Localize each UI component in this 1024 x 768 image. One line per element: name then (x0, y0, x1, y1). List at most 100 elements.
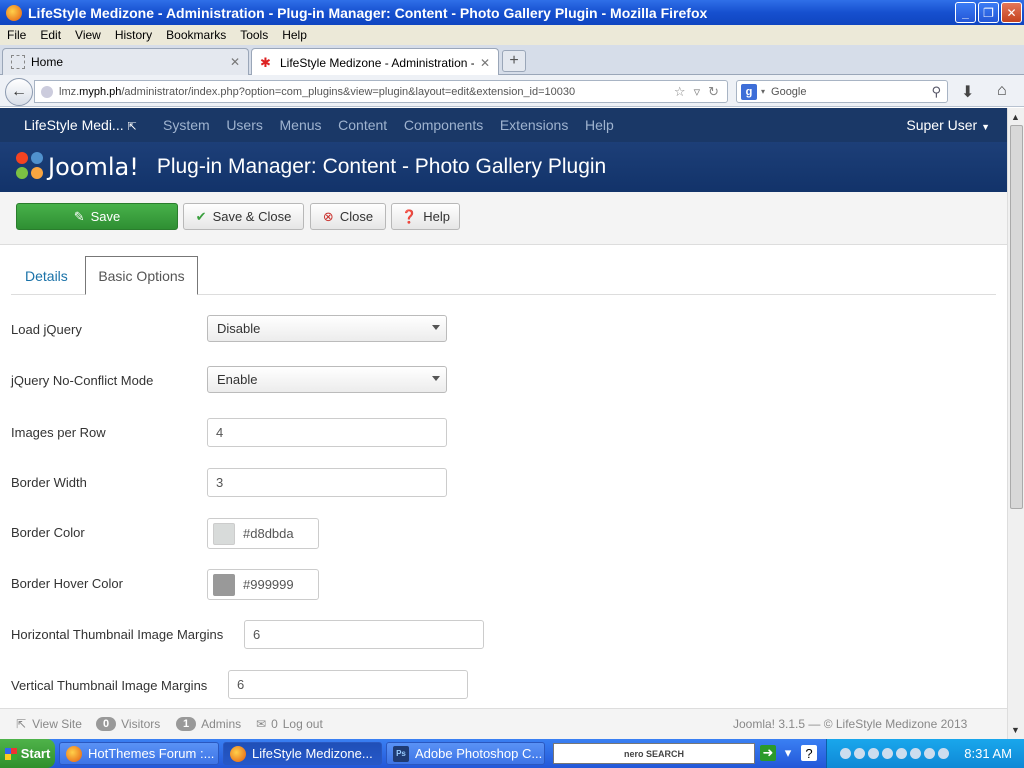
share-icon: ⇱ (16, 717, 27, 731)
menu-view[interactable]: View (68, 28, 108, 42)
page-title: Plug-in Manager: Content - Photo Gallery… (156, 155, 607, 178)
tray-icon[interactable] (924, 748, 936, 759)
menu-users[interactable]: Users (226, 117, 263, 133)
edit-icon: ✎ (73, 208, 85, 224)
go-arrow-icon[interactable]: ➜ (760, 745, 776, 761)
google-icon[interactable]: g (741, 83, 757, 100)
tray-icon[interactable] (910, 748, 922, 759)
tab-details[interactable]: Details (13, 256, 80, 295)
scroll-thumb[interactable] (1010, 125, 1023, 509)
browser-tab-admin[interactable]: ✱ LifeStyle Medizone - Administration - … (251, 48, 499, 76)
tray-icon[interactable] (854, 748, 866, 759)
new-tab-button[interactable]: + (502, 50, 526, 72)
load-jquery-label: Load jQuery (11, 322, 82, 337)
site-identity-icon (41, 85, 53, 98)
view-site-link[interactable]: ⇱ View Site (16, 717, 82, 731)
close-tab-icon[interactable]: ✕ (480, 56, 490, 70)
color-swatch[interactable] (213, 522, 235, 545)
tray-icon[interactable] (896, 748, 908, 759)
search-engine-dropdown-icon[interactable]: ▾ (761, 87, 765, 96)
browser-tab-label: LifeStyle Medizone - Administration - Pl… (280, 55, 474, 70)
site-name-link[interactable]: LifeStyle Medi... ⇱ (0, 117, 163, 133)
no-conflict-select[interactable]: Enable (207, 366, 447, 393)
caret-down-icon: ▼ (981, 122, 990, 132)
status-footer: ⇱ View Site 0 Visitors 1 Admins ✉ 0 Log out J… (0, 708, 1007, 739)
menu-history[interactable]: History (108, 28, 159, 42)
joomla-favicon-icon: ✱ (260, 54, 271, 70)
menu-extensions[interactable]: Extensions (500, 117, 568, 133)
menu-components[interactable]: Components (404, 117, 483, 133)
tray-icon[interactable] (840, 748, 852, 759)
menu-tools[interactable]: Tools (233, 28, 275, 42)
menu-content[interactable]: Content (338, 117, 387, 133)
browser-tab-home[interactable]: Home ✕ (2, 48, 249, 75)
download-icon[interactable]: ⬇ (961, 82, 974, 102)
browser-menubar: File Edit View History Bookmarks Tools H… (0, 25, 1024, 45)
menu-file[interactable]: File (0, 28, 33, 42)
scroll-down-icon[interactable]: ▼ (1011, 725, 1020, 735)
joomla-header: Joomla! Plug-in Manager: Content - Photo… (0, 142, 1007, 192)
task-photoshop[interactable]: Ps Adobe Photoshop C... (386, 742, 545, 765)
page-scrollbar[interactable]: ▲ ▼ (1007, 108, 1024, 739)
user-menu[interactable]: Super User ▼ (906, 117, 990, 133)
help-question-icon[interactable]: ? (801, 745, 817, 761)
tray-icon[interactable] (938, 748, 950, 759)
joomla-logo: Joomla! (16, 152, 139, 182)
options-tabs: Details Basic Options (11, 256, 996, 295)
maximize-button[interactable]: ❐ (978, 2, 999, 23)
dropdown-arrow-icon[interactable]: ▾ (780, 745, 796, 761)
dropdown-arrow-icon[interactable]: ▿ (694, 84, 701, 100)
windows-taskbar: Start HotThemes Forum :... LifeStyle Med… (0, 739, 1024, 768)
firefox-icon (6, 4, 22, 21)
admins-status[interactable]: 1 Admins (176, 717, 241, 731)
tab-basic-options[interactable]: Basic Options (85, 256, 198, 295)
logout-link[interactable]: ✉ 0 Log out (256, 717, 323, 731)
menu-system[interactable]: System (163, 117, 210, 133)
tray-icon[interactable] (868, 748, 880, 759)
start-button[interactable]: Start (0, 739, 55, 768)
bookmark-star-icon[interactable]: ☆ (674, 84, 686, 100)
v-margins-input[interactable]: 6 (228, 670, 468, 699)
border-width-input[interactable]: 3 (207, 468, 447, 497)
close-tab-icon[interactable]: ✕ (230, 55, 240, 69)
reload-icon[interactable]: ↻ (708, 84, 719, 100)
color-swatch[interactable] (213, 573, 235, 596)
url-bar[interactable]: lmz.myph.ph/administrator/index.php?opti… (34, 80, 728, 103)
search-bar[interactable]: g ▾ Google ⚲ (736, 80, 948, 103)
mail-icon: ✉ (256, 717, 267, 731)
h-margins-input[interactable]: 6 (244, 620, 484, 649)
border-color-input[interactable]: #d8dbda (207, 518, 319, 549)
help-button[interactable]: ❓ Help (391, 203, 460, 230)
save-close-button[interactable]: ✔ Save & Close (183, 203, 304, 230)
firefox-icon (230, 745, 246, 762)
clock[interactable]: 8:31 AM (964, 746, 1012, 761)
menu-menus[interactable]: Menus (280, 117, 322, 133)
menu-help[interactable]: Help (275, 28, 314, 42)
back-button[interactable]: ← (5, 78, 33, 106)
close-button[interactable]: ⊗ Close (310, 203, 386, 230)
home-icon[interactable]: ⌂ (997, 82, 1007, 100)
scroll-up-icon[interactable]: ▲ (1011, 112, 1020, 122)
menu-edit[interactable]: Edit (33, 28, 68, 42)
menu-bookmarks[interactable]: Bookmarks (159, 28, 233, 42)
close-window-button[interactable]: ✕ (1001, 2, 1022, 23)
images-per-row-input[interactable]: 4 (207, 418, 447, 447)
task-hotthemes[interactable]: HotThemes Forum :... (59, 742, 219, 765)
border-color-label: Border Color (11, 525, 85, 540)
cancel-circle-icon: ⊗ (322, 208, 334, 224)
chevron-down-icon (432, 376, 440, 381)
border-hover-color-input[interactable]: #999999 (207, 569, 319, 600)
minimize-button[interactable]: _ (955, 2, 976, 23)
tray-icon[interactable] (882, 748, 894, 759)
task-lifestyle[interactable]: LifeStyle Medizone... (223, 742, 382, 765)
search-input[interactable]: Google (771, 86, 931, 98)
load-jquery-select[interactable]: Disable (207, 315, 447, 342)
chevron-down-icon (432, 325, 440, 330)
browser-tabbar: Home ✕ ✱ LifeStyle Medizone - Administra… (0, 45, 1024, 76)
nero-search-box[interactable]: nero SEARCH (553, 743, 755, 764)
save-button[interactable]: ✎ Save (16, 203, 178, 230)
visitors-status[interactable]: 0 Visitors (96, 717, 160, 731)
search-icon[interactable]: ⚲ (931, 84, 941, 100)
menu-help-admin[interactable]: Help (585, 117, 614, 133)
windows-flag-icon (4, 747, 17, 760)
